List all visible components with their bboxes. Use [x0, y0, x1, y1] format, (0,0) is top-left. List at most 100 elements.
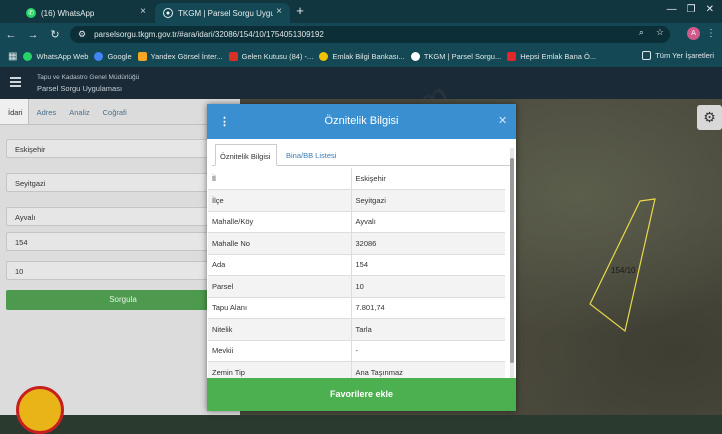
bookmark-tkgm[interactable]: TKGM | Parsel Sorgu... [410, 52, 502, 61]
browser-toolbar: ← → ↻ ⚙ parselsorgu.tkgm.gov.tr/#ara/ida… [0, 23, 722, 46]
reload-icon[interactable]: ↻ [44, 28, 66, 41]
company-logo [16, 386, 64, 434]
tab-analiz[interactable]: Analiz [61, 99, 94, 124]
yandex-icon [137, 52, 147, 61]
bookmark-label: WhatsApp Web [36, 52, 89, 61]
table-row: İl Eskişehir [208, 168, 505, 190]
window-close-icon[interactable]: ✕ [706, 4, 714, 15]
tab-label: TKGM | Parsel Sorgu Uygulaması [178, 8, 273, 18]
zoom-icon[interactable]: ⌕ [639, 27, 644, 38]
attribute-value: 7.801,74 [351, 297, 505, 319]
close-icon[interactable]: × [140, 6, 146, 17]
browser-menu-icon[interactable]: ⋮ [706, 28, 716, 39]
ada-input[interactable]: 154 [6, 232, 240, 251]
apps-grid-icon[interactable]: ▦ [8, 51, 17, 62]
bookmark-label: Yandex Görsel İnter... [150, 52, 223, 61]
site-info-icon[interactable]: ⚙ [78, 29, 86, 40]
dialog-title: Öznitelik Bilgisi [324, 115, 399, 127]
browser-tab-strip: ✆ (16) WhatsApp × ● TKGM | Parsel Sorgu … [0, 0, 722, 23]
table-row: Mevkii - [208, 340, 505, 362]
tab-tkgm[interactable]: ● TKGM | Parsel Sorgu Uygulaması × [155, 3, 290, 23]
dialog-header: ⋮ Öznitelik Bilgisi ✕ [207, 104, 516, 139]
new-tab-icon[interactable]: + [293, 4, 307, 18]
address-bar[interactable]: ⚙ parselsorgu.tkgm.gov.tr/#ara/idari/320… [70, 26, 670, 43]
all-bookmarks-label: Tüm Yer İşaretleri [655, 51, 714, 60]
bookmark-label: Google [107, 52, 132, 61]
mahalle-select[interactable]: Ayvalı▼ [6, 207, 240, 226]
bookmark-whatsapp[interactable]: WhatsApp Web [23, 52, 88, 61]
agency-name: Tapu ve Kadastro Genel Müdürlüğü [37, 74, 140, 81]
back-icon[interactable]: ← [0, 29, 22, 41]
all-bookmarks[interactable]: Tüm Yer İşaretleri [642, 51, 714, 60]
tab-adres[interactable]: Adres [29, 99, 62, 124]
gmail-icon [228, 52, 238, 61]
parsel-input[interactable]: 10 [6, 261, 240, 280]
scrollbar-thumb[interactable] [510, 158, 514, 363]
bookmark-star-icon[interactable]: ☆ [656, 27, 664, 38]
tab-idari[interactable]: İdari [0, 99, 29, 124]
tab-cografi[interactable]: Coğrafi [95, 99, 132, 124]
bookmark-yandex[interactable]: Yandex Görsel İnter... [137, 52, 223, 61]
attribute-key: Ada [208, 254, 352, 276]
attribute-table: İl Eskişehir İlçe Seyitgazi Mahalle/Köy Ayval… [208, 168, 505, 384]
attribute-key: Parsel [208, 275, 352, 298]
whatsapp-icon: ✆ [26, 8, 36, 18]
attribute-key: İl [208, 168, 352, 190]
il-select[interactable]: Eskişehir▼ [6, 139, 240, 158]
minimize-icon[interactable]: — [667, 4, 677, 15]
bookmark-label: Gelen Kutusu (84) -... [241, 52, 314, 61]
url-text: parselsorgu.tkgm.gov.tr/#ara/idari/32086… [94, 30, 324, 39]
table-row: Parsel 10 [208, 275, 505, 298]
query-button[interactable]: Sorgula [6, 290, 240, 310]
hepsiemlak-icon [507, 52, 517, 61]
attribute-value: Eskişehir [351, 168, 505, 190]
ilce-select[interactable]: Seyitgazi▼ [6, 173, 240, 192]
bookmark-label: TKGM | Parsel Sorgu... [423, 52, 502, 61]
attribute-value: - [351, 340, 505, 362]
attribute-value: 10 [351, 275, 505, 298]
bookmark-google[interactable]: Google [94, 52, 132, 61]
emlak-icon [319, 52, 329, 61]
tab-label: (16) WhatsApp [41, 8, 95, 18]
tab-whatsapp[interactable]: ✆ (16) WhatsApp × [18, 3, 154, 23]
mahalle-value: Ayvalı [15, 213, 36, 222]
bookmark-label: Hepsi Emlak Bana Ö... [520, 52, 597, 61]
ilce-value: Seyitgazi [15, 179, 46, 188]
gear-icon[interactable]: ⚙ [697, 105, 722, 130]
attribute-key: Mevkii [208, 340, 352, 362]
bookmarks-bar: ▦ WhatsApp Web Google Yandex Görsel İnte… [0, 46, 722, 67]
table-row: Ada 154 [208, 254, 505, 276]
tab-attributes[interactable]: Öznitelik Bilgisi [215, 144, 277, 166]
maximize-icon[interactable]: ❐ [687, 4, 696, 15]
forward-icon[interactable]: → [22, 29, 44, 41]
attribute-value: Ayvalı [351, 211, 505, 233]
app-header: Tapu ve Kadastro Genel Müdürlüğü Parsel … [0, 67, 722, 99]
avatar[interactable]: A [687, 27, 700, 40]
close-icon[interactable]: ✕ [498, 114, 507, 127]
attribute-key: Tapu Alanı [208, 297, 352, 319]
table-row: Mahalle No 32086 [208, 232, 505, 255]
location-pin-icon [410, 52, 420, 61]
hamburger-icon[interactable] [10, 77, 21, 87]
close-icon[interactable]: × [276, 6, 282, 17]
table-row: Mahalle/Köy Ayvalı [208, 211, 505, 233]
attribute-key: Nitelik [208, 318, 352, 341]
attribute-value: 32086 [351, 232, 505, 255]
il-value: Eskişehir [15, 145, 46, 154]
ada-value: 154 [15, 238, 28, 247]
folder-icon [642, 51, 652, 60]
tab-building-list[interactable]: Bina/BB Listesi [282, 144, 340, 166]
bookmark-gmail[interactable]: Gelen Kutusu (84) -... [228, 52, 314, 61]
bookmark-hepsiemlak[interactable]: Hepsi Emlak Bana Ö... [507, 52, 596, 61]
search-sidebar: İdari Adres Analiz Coğrafi Eskişehir▼ Se… [0, 99, 240, 415]
attribute-key: Mahalle/Köy [208, 211, 352, 233]
google-icon [94, 52, 104, 61]
window-controls: — ❐ ✕ [667, 4, 714, 15]
attribute-value: 154 [351, 254, 505, 276]
attribute-key: Mahalle No [208, 232, 352, 255]
scrollbar[interactable] [510, 148, 514, 378]
parsel-value: 10 [15, 267, 24, 276]
attribute-value: Tarla [351, 318, 505, 341]
add-favorite-button[interactable]: Favorilere ekle [207, 378, 516, 411]
bookmark-emlak[interactable]: Emlak Bilgi Bankası... [319, 52, 405, 61]
